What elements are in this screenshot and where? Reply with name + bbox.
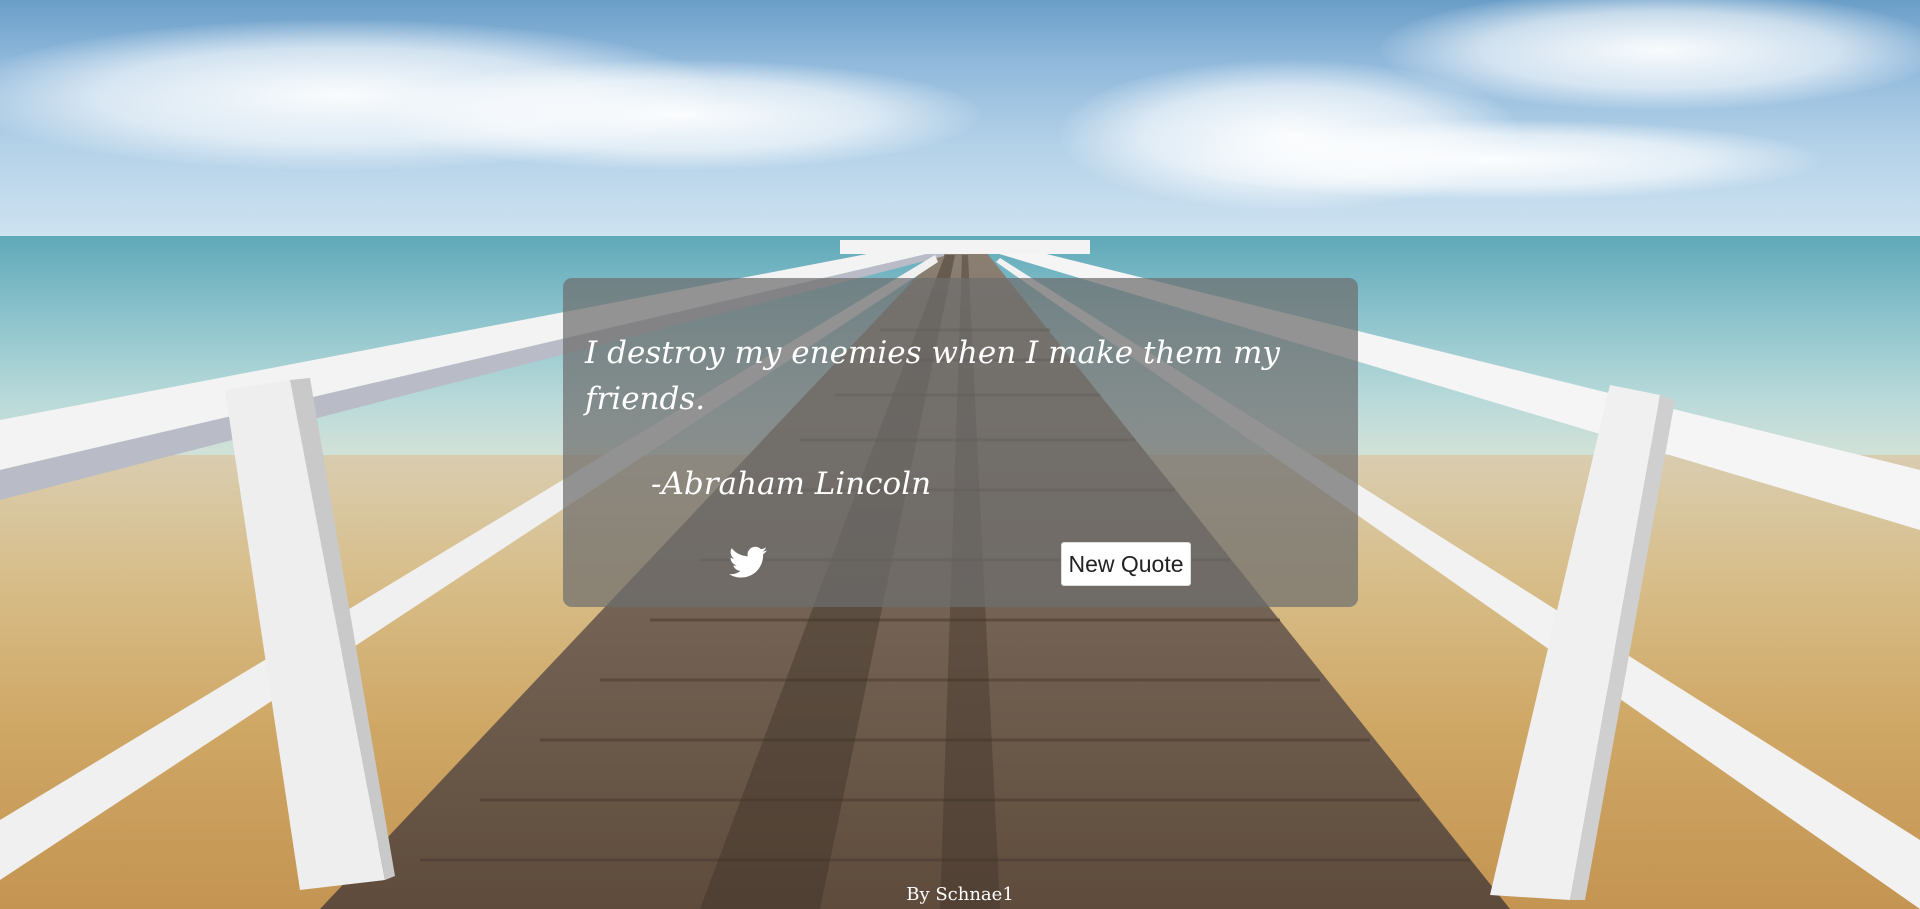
tweet-quote-button[interactable] xyxy=(729,546,767,579)
quote-author: -Abraham Lincoln xyxy=(651,466,932,502)
new-quote-button[interactable]: New Quote xyxy=(1061,542,1191,586)
quote-text: I destroy my enemies when I make them my… xyxy=(585,335,1280,417)
author-credit: By Schnae1 xyxy=(906,884,1014,905)
twitter-bird-icon xyxy=(729,546,767,578)
quote-box: I destroy my enemies when I make them my… xyxy=(563,278,1358,607)
